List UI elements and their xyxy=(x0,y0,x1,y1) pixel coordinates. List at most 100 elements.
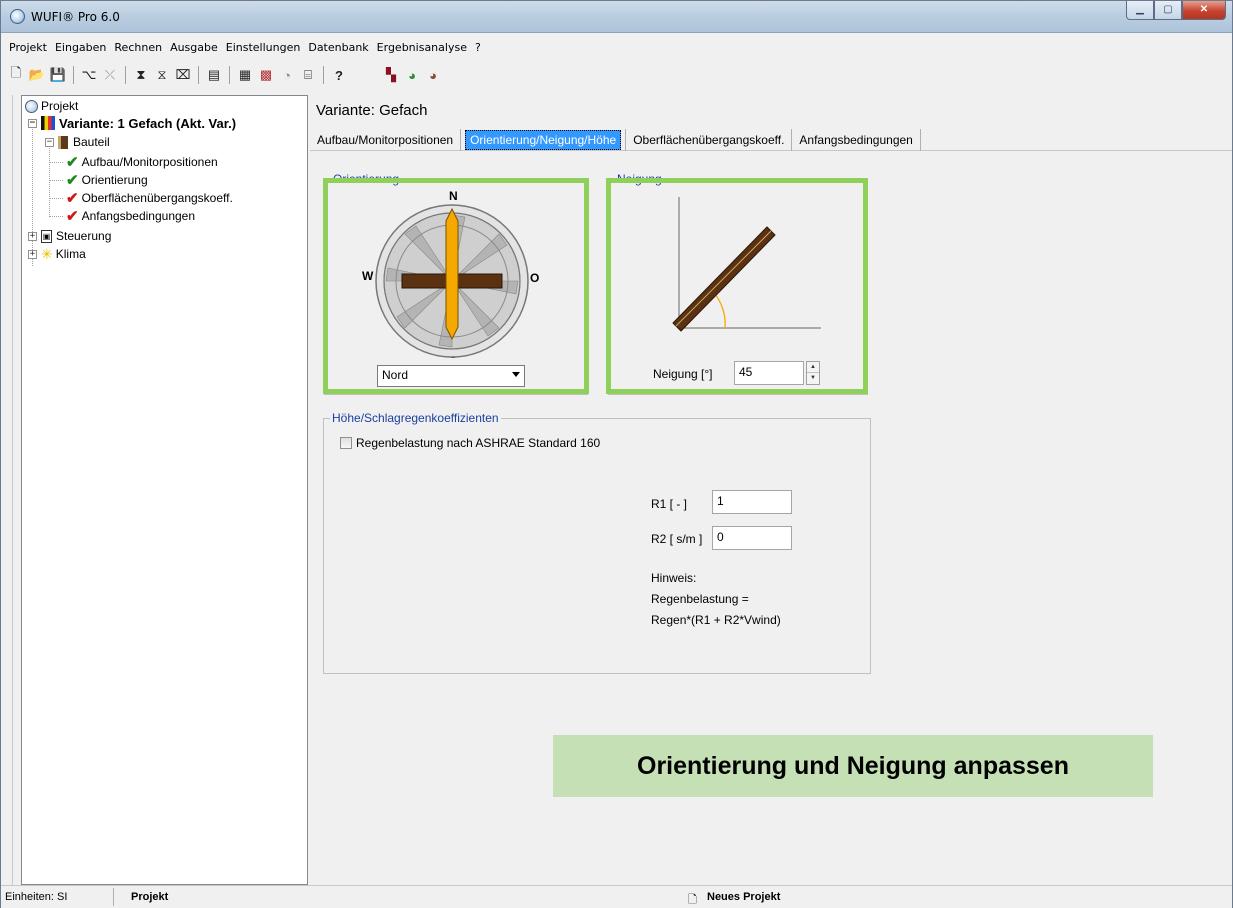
tree-item-projekt[interactable]: Projekt xyxy=(25,98,78,114)
menu-datenbank[interactable]: Datenbank xyxy=(304,37,372,57)
document-icon: 🗋 xyxy=(688,894,697,906)
compass-rose[interactable] xyxy=(374,203,530,359)
collapse-toggle[interactable]: − xyxy=(28,118,37,128)
variant-tree-icon[interactable]: ⌥ xyxy=(80,66,98,84)
project-icon xyxy=(25,99,38,113)
title-bar: WUFI® Pro 6.0 ▁ ▢ ✕ xyxy=(1,1,1232,33)
close-button[interactable]: ✕ xyxy=(1182,1,1226,20)
tree-item-oberflaeche[interactable]: ✔ Oberflächenübergangskoeff. xyxy=(66,190,233,207)
tree-connector xyxy=(49,162,63,163)
status-units: Einheiten: SI xyxy=(5,891,68,903)
menu-ausgabe[interactable]: Ausgabe xyxy=(166,37,222,57)
expand-toggle[interactable]: + xyxy=(28,249,37,259)
tab-label: Orientierung/Neigung/Höhe xyxy=(465,130,622,150)
tree-item-klima[interactable]: + ✳ Klima xyxy=(28,246,86,262)
clock-icon[interactable]: ◔ xyxy=(278,66,296,84)
r2-label: R2 [ s/m ] xyxy=(651,532,703,546)
menu-bar: Projekt Eingaben Rechnen Ausgabe Einstel… xyxy=(1,37,1232,57)
tree-item-bauteil[interactable]: − Bauteil xyxy=(45,134,110,150)
hint-title: Hinweis: xyxy=(651,571,697,585)
hourglass-icon[interactable]: ⧗ xyxy=(132,66,150,84)
tree-connector xyxy=(49,140,50,215)
variant-title: Variante: Gefach xyxy=(316,102,428,119)
chart-icon[interactable]: ▩ xyxy=(257,66,275,84)
database-icon[interactable]: ▚ xyxy=(382,66,400,84)
menu-einstellungen[interactable]: Einstellungen xyxy=(222,37,305,57)
globe-brown-icon[interactable]: ◕ xyxy=(424,66,442,84)
tree-connector xyxy=(49,198,63,199)
toolbar-separator xyxy=(229,66,230,84)
hint-line2: Regen*(R1 + R2*Vwind) xyxy=(651,613,781,627)
compass-west: W xyxy=(362,269,374,283)
toolbar-separator xyxy=(73,66,74,84)
tree-label: Orientierung xyxy=(81,173,148,187)
tree-item-steuerung[interactable]: + ▣ Steuerung xyxy=(28,228,111,244)
tree-item-aufbau[interactable]: ✔ Aufbau/Monitorpositionen xyxy=(66,154,218,171)
check-icon: ✔ xyxy=(66,172,79,189)
calculate-stop-icon[interactable]: ⌧ xyxy=(174,66,192,84)
menu-ergebnisanalyse[interactable]: Ergebnisanalyse xyxy=(373,37,471,57)
status-bar: Einheiten: SI Projekt 🗋 Neues Projekt xyxy=(1,885,1232,908)
inclination-stepper[interactable]: ▲ ▼ xyxy=(806,361,820,385)
control-icon: ▣ xyxy=(41,229,52,243)
compass-north: N xyxy=(449,189,458,203)
check-icon: ✔ xyxy=(66,190,79,207)
tree-label: Projekt xyxy=(41,99,79,113)
collapse-toggle[interactable]: − xyxy=(45,137,54,147)
tree-label: Anfangsbedingungen xyxy=(81,209,196,223)
maximize-button[interactable]: ▢ xyxy=(1154,1,1182,20)
component-icon xyxy=(58,135,68,149)
minimize-button[interactable]: ▁ xyxy=(1126,1,1154,20)
tree-label: Variante: 1 Gefach (Akt. Var.) xyxy=(59,115,237,131)
toolbar: 🗋 📂 💾 ⌥ ⤫ ⧗ ⧖ ⌧ ▤ ▦ ▩ ◔ ⌸ ? ▚ ◕ ◕ xyxy=(1,63,1232,87)
inclination-input[interactable]: 45 xyxy=(734,361,804,385)
r2-input[interactable]: 0 xyxy=(712,526,792,550)
tree-item-orientierung[interactable]: ✔ Orientierung xyxy=(66,172,148,189)
chevron-down-icon xyxy=(512,372,520,377)
tree-label: Steuerung xyxy=(56,229,112,243)
check-icon: ✔ xyxy=(66,154,79,171)
window-title: WUFI® Pro 6.0 xyxy=(31,10,120,24)
film-icon[interactable]: ⌸ xyxy=(299,66,317,84)
inclination-label: Neigung [°] xyxy=(653,367,713,381)
compass-east: O xyxy=(530,271,540,285)
tree-item-variant[interactable]: − Variante: 1 Gefach (Akt. Var.) xyxy=(28,115,236,131)
menu-projekt[interactable]: Projekt xyxy=(5,37,51,57)
tab-orientierung[interactable]: Orientierung/Neigung/Höhe xyxy=(461,129,627,151)
r1-label: R1 [ - ] xyxy=(651,497,688,511)
delete-variant-icon[interactable]: ⤫ xyxy=(101,66,119,84)
arrow-down-icon[interactable]: ▼ xyxy=(807,373,819,384)
toolbar-separator xyxy=(198,66,199,84)
report-icon[interactable]: ▤ xyxy=(205,66,223,84)
r1-input[interactable]: 1 xyxy=(712,490,792,514)
orientation-selected: Nord xyxy=(382,368,409,382)
arrow-up-icon[interactable]: ▲ xyxy=(807,362,819,373)
expand-toggle[interactable]: + xyxy=(28,231,37,241)
table-icon[interactable]: ▦ xyxy=(236,66,254,84)
hint-line1: Regenbelastung = xyxy=(651,592,749,606)
project-tree[interactable]: Projekt − Variante: 1 Gefach (Akt. Var.)… xyxy=(21,95,308,885)
help-icon[interactable]: ? xyxy=(330,66,348,84)
menu-eingaben[interactable]: Eingaben xyxy=(51,37,110,57)
tab-oberflaeche[interactable]: Oberflächenübergangskoeff. xyxy=(626,129,793,151)
app-window: WUFI® Pro 6.0 ▁ ▢ ✕ Projekt Eingaben Rec… xyxy=(0,0,1233,908)
toolbar-separator xyxy=(125,66,126,84)
new-file-icon[interactable]: 🗋 xyxy=(7,65,25,84)
hourglass-multi-icon[interactable]: ⧖ xyxy=(153,66,171,84)
menu-rechnen[interactable]: Rechnen xyxy=(110,37,166,57)
left-edge xyxy=(1,95,13,885)
status-divider xyxy=(113,888,114,906)
ashrae-label: Regenbelastung nach ASHRAE Standard 160 xyxy=(356,436,601,450)
open-folder-icon[interactable]: 📂 xyxy=(28,66,46,84)
tab-aufbau[interactable]: Aufbau/Monitorpositionen xyxy=(310,129,462,151)
orientation-select[interactable]: Nord xyxy=(377,365,525,387)
ashrae-checkbox[interactable] xyxy=(340,437,352,449)
menu-help[interactable]: ? xyxy=(471,37,485,57)
tab-anfang[interactable]: Anfangsbedingungen xyxy=(792,129,921,151)
save-icon[interactable]: 💾 xyxy=(49,66,67,84)
globe-green-icon[interactable]: ◕ xyxy=(403,66,421,84)
tree-item-anfang[interactable]: ✔ Anfangsbedingungen xyxy=(66,208,196,225)
app-icon xyxy=(10,9,25,24)
tree-label: Oberflächenübergangskoeff. xyxy=(81,191,233,205)
check-icon: ✔ xyxy=(66,208,79,225)
